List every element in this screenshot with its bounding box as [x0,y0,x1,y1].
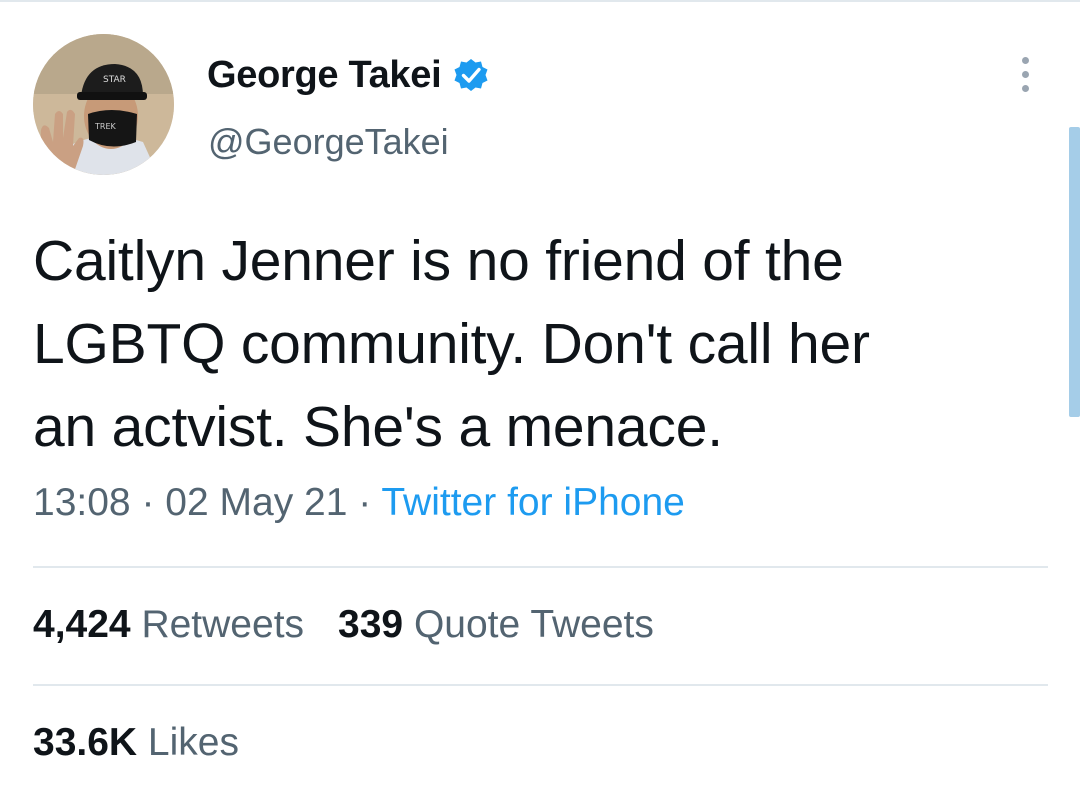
engagement-stats: 4,424 Retweets 339 Quote Tweets [33,603,654,647]
more-vertical-icon[interactable] [1013,57,1037,99]
svg-text:STAR: STAR [103,75,126,85]
quote-tweets-label: Quote Tweets [413,603,654,646]
tweet-text-line: LGBTQ community. Don't call her [33,312,870,376]
avatar-photo: STAR TREK [33,34,174,175]
scrollbar[interactable] [1069,127,1080,417]
likes-count: 33.6K [33,721,138,764]
meta-separator: · [141,481,155,524]
retweets-count: 4,424 [33,603,131,646]
verified-badge-icon [451,55,491,95]
likes-label: Likes [147,721,239,764]
divider [33,684,1048,686]
tweet-text: Caitlyn Jenner is no friend of the LGBTQ… [33,220,1033,469]
retweets-label: Retweets [141,603,305,646]
retweets-stat[interactable]: 4,424 Retweets [33,603,304,646]
divider [33,566,1048,568]
quote-tweets-stat[interactable]: 339 Quote Tweets [338,603,654,646]
tweet-source-link[interactable]: Twitter for iPhone [381,481,684,524]
author-name-row[interactable]: George Takei [207,50,491,100]
tweet-text-line: an actvist. She's a menace. [33,395,723,459]
author-display-name[interactable]: George Takei [207,54,442,97]
author-handle[interactable]: @GeorgeTakei [208,121,449,163]
likes-stat[interactable]: 33.6K Likes [33,721,239,765]
svg-text:TREK: TREK [94,122,117,131]
tweet-time[interactable]: 13:08 [33,481,131,524]
tweet-date[interactable]: 02 May 21 [165,481,347,524]
top-divider [0,0,1080,2]
quote-tweets-count: 339 [338,603,404,646]
meta-separator: · [358,481,372,524]
tweet-text-line: Caitlyn Jenner is no friend of the [33,229,844,293]
avatar[interactable]: STAR TREK [33,34,174,175]
tweet-meta: 13:08 · 02 May 21 · Twitter for iPhone [33,481,685,525]
